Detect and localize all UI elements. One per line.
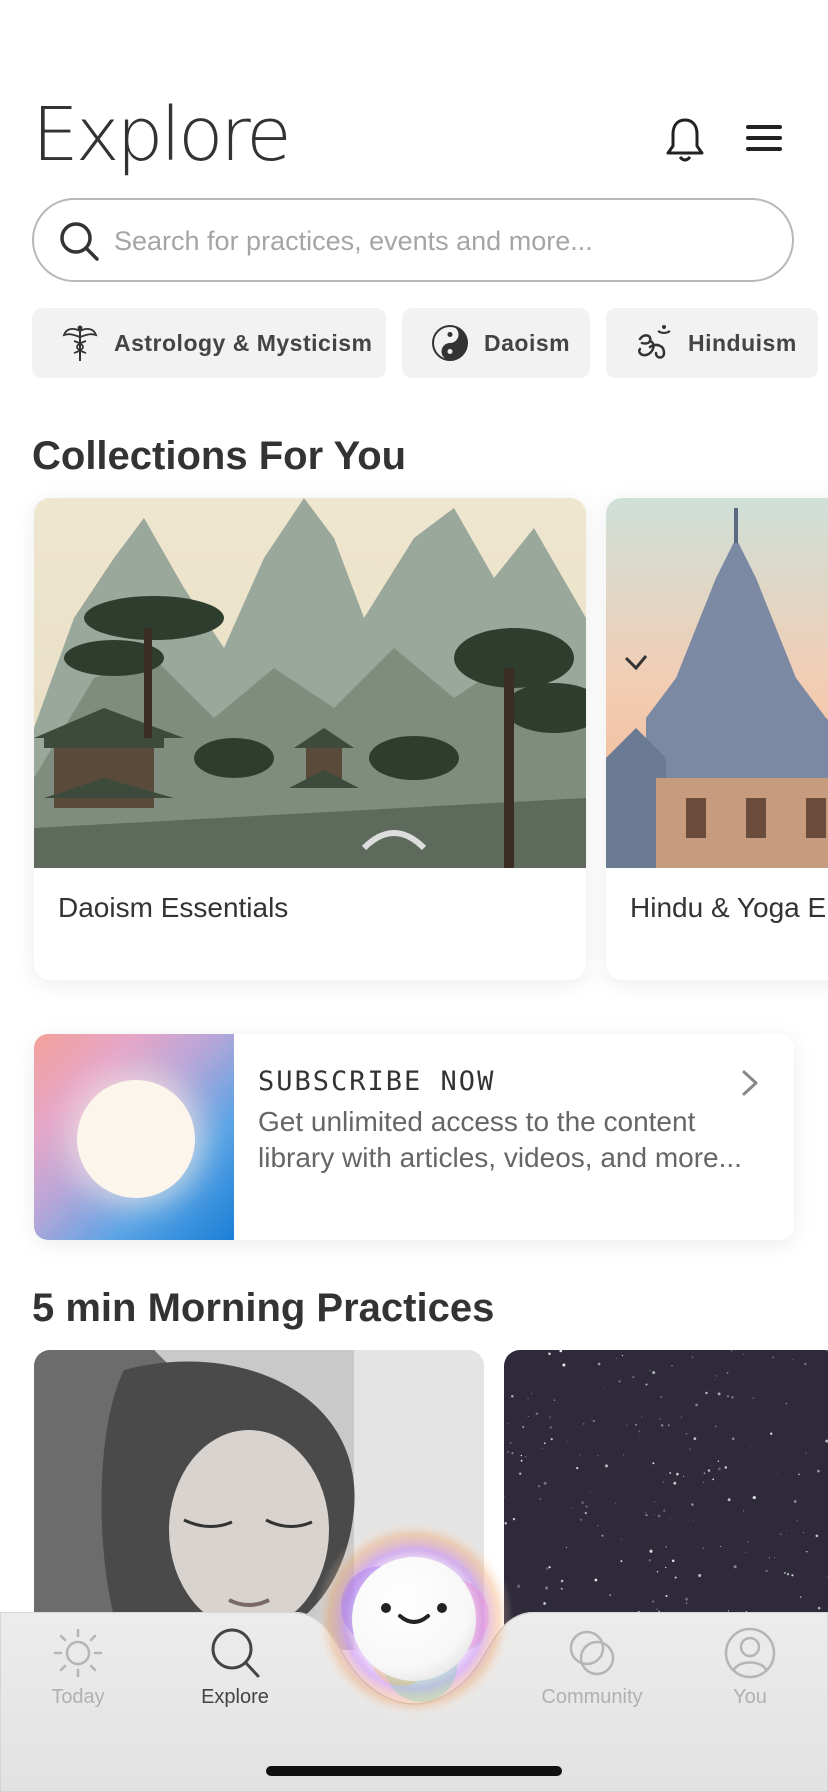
assistant-orb-button[interactable] bbox=[311, 1516, 517, 1722]
om-icon bbox=[638, 325, 671, 359]
collection-title: Hindu & Yoga E bbox=[630, 892, 827, 923]
chip-label: Hinduism bbox=[688, 329, 797, 356]
collections-heading: Collections For You bbox=[32, 434, 407, 478]
collection-title: Daoism Essentials bbox=[58, 892, 289, 923]
sun-icon bbox=[53, 1628, 103, 1678]
subscribe-description: Get unlimited access to the content libr… bbox=[258, 1106, 742, 1173]
chip-daoism[interactable]: Daoism bbox=[402, 308, 590, 378]
chip-hinduism[interactable]: Hinduism bbox=[606, 308, 818, 378]
tab-label: Community bbox=[541, 1686, 643, 1708]
search-icon bbox=[211, 1628, 260, 1678]
yin-yang-icon bbox=[432, 325, 468, 361]
community-icon bbox=[569, 1630, 615, 1676]
chip-label: Daoism bbox=[484, 329, 571, 356]
chip-label: Astrology & Mysticism bbox=[114, 329, 373, 356]
sun-orb-image bbox=[77, 1080, 195, 1198]
chevron-right-icon bbox=[742, 1070, 758, 1096]
tab-label: Today bbox=[51, 1686, 105, 1708]
tab-label: Explore bbox=[201, 1686, 269, 1708]
hindu-temple-image bbox=[606, 498, 828, 868]
subscribe-title: SUBSCRIBE NOW bbox=[258, 1066, 496, 1097]
tab-community[interactable]: Community bbox=[532, 1626, 652, 1709]
practice-card-starry-sky[interactable] bbox=[504, 1350, 828, 1650]
search-bar[interactable] bbox=[32, 198, 794, 282]
subscribe-banner[interactable]: SUBSCRIBE NOW Get unlimited access to th… bbox=[34, 1034, 794, 1240]
page-title: Explore bbox=[32, 92, 292, 178]
collection-card-daoism[interactable]: Daoism Essentials bbox=[34, 498, 586, 980]
tab-label: You bbox=[733, 1686, 767, 1708]
caduceus-icon bbox=[62, 325, 98, 361]
collection-card-hindu-yoga[interactable]: Hindu & Yoga E bbox=[606, 498, 828, 980]
daoism-landscape-image bbox=[34, 498, 586, 868]
notification-bell-icon[interactable] bbox=[664, 116, 706, 164]
tab-today[interactable]: Today bbox=[18, 1626, 138, 1709]
morning-practices-heading: 5 min Morning Practices bbox=[32, 1286, 495, 1330]
profile-icon bbox=[724, 1627, 776, 1679]
hamburger-menu-icon[interactable] bbox=[744, 122, 784, 154]
search-icon bbox=[60, 222, 99, 261]
tab-explore[interactable]: Explore bbox=[175, 1626, 295, 1709]
starry-sky-image bbox=[504, 1350, 828, 1650]
home-indicator bbox=[266, 1766, 562, 1776]
chip-astrology-mysticism[interactable]: Astrology & Mysticism bbox=[32, 308, 386, 378]
tab-you[interactable]: You bbox=[690, 1626, 810, 1709]
search-input[interactable] bbox=[112, 216, 756, 266]
